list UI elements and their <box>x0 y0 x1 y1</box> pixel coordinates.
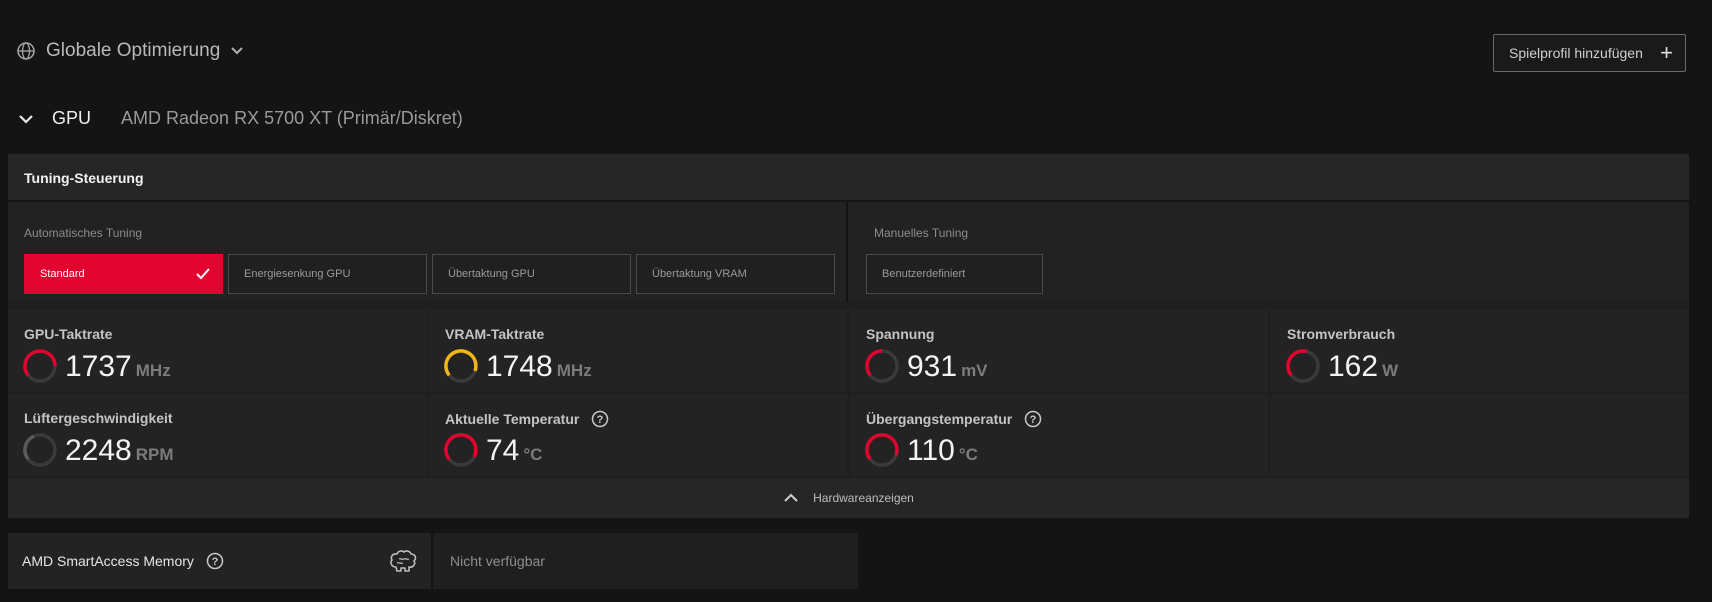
metric-value: 74 <box>486 434 520 467</box>
tuning-power-save-label: Energiesenkung GPU <box>244 268 351 280</box>
tuning-power-save-button[interactable]: Energiesenkung GPU <box>228 254 427 294</box>
metric-value: 1748 <box>486 350 553 383</box>
metric-label-text: Stromverbrauch <box>1287 326 1396 342</box>
metric-current-temp: Aktuelle Temperatur ? 74 °C <box>429 394 847 476</box>
metric-value-wrap: 1748 MHz <box>486 350 592 384</box>
metric-label: Übergangstemperatur ? <box>866 410 1042 428</box>
auto-tuning-label: Automatisches Tuning <box>24 226 143 240</box>
metrics-grid: GPU-Taktrate 1737 MHz VRAM-Taktrate 1748 M… <box>8 310 1689 478</box>
gauge-icon <box>865 349 899 383</box>
metric-unit: °C <box>523 445 543 464</box>
chevron-up-icon <box>784 493 798 502</box>
hardware-toggle[interactable]: Hardwareanzeigen <box>8 478 1689 518</box>
svg-text:?: ? <box>212 556 219 568</box>
metric-label-text: VRAM-Taktrate <box>445 326 545 342</box>
metric-label-text: GPU-Taktrate <box>24 326 113 342</box>
profile-selector[interactable]: Globale Optimierung <box>16 40 244 62</box>
metric-junction-temp: Übergangstemperatur ? 110 °C <box>850 394 1268 476</box>
metric-label: Lüftergeschwindigkeit <box>24 410 173 426</box>
metric-label-text: Spannung <box>866 326 935 342</box>
metric-value: 2248 <box>65 434 132 467</box>
help-icon[interactable]: ? <box>1024 410 1042 428</box>
add-game-profile-button[interactable]: Spielprofil hinzufügen + <box>1493 34 1686 72</box>
globe-icon <box>17 42 35 60</box>
tuning-oc-vram-button[interactable]: Übertaktung VRAM <box>636 254 835 294</box>
metric-label: VRAM-Taktrate <box>445 326 544 342</box>
metric-value: 931 <box>907 350 958 383</box>
metric-label-text: Übergangstemperatur <box>866 411 1013 427</box>
metric-voltage: Spannung 931 mV <box>850 310 1268 392</box>
help-icon[interactable]: ? <box>206 552 224 570</box>
svg-text:?: ? <box>1030 414 1037 426</box>
tuning-oc-vram-label: Übertaktung VRAM <box>652 268 747 280</box>
svg-text:?: ? <box>597 414 604 426</box>
metric-label-text: Aktuelle Temperatur <box>445 411 580 427</box>
metric-unit: RPM <box>135 445 174 464</box>
gauge-icon <box>23 433 57 467</box>
gauge-icon <box>865 433 899 467</box>
hardware-toggle-label: Hardwareanzeigen <box>813 491 914 505</box>
tuning-panel: Tuning-Steuerung Automatisches Tuning Ma… <box>8 154 1689 518</box>
metric-label: Spannung <box>866 326 934 342</box>
metric-value-wrap: 2248 RPM <box>65 434 174 468</box>
plus-icon: + <box>1660 40 1673 65</box>
metric-value: 162 <box>1328 350 1379 383</box>
metric-unit: mV <box>961 361 988 380</box>
smart-access-label-wrap: AMD SmartAccess Memory ? <box>22 552 224 570</box>
tuning-standard-button[interactable]: Standard <box>24 254 223 294</box>
smart-access-label: AMD SmartAccess Memory <box>22 553 194 569</box>
metric-value: 110 <box>907 434 955 467</box>
profile-title: Globale Optimierung <box>46 40 221 61</box>
chevron-down-icon <box>19 114 33 124</box>
add-game-profile-label: Spielprofil hinzufügen <box>1509 45 1643 61</box>
gauge-icon <box>23 349 57 383</box>
metric-value-wrap: 74 °C <box>486 434 542 468</box>
gpu-label: GPU <box>52 108 92 128</box>
metric-value-wrap: 1737 MHz <box>65 350 171 384</box>
metric-label-text: Lüftergeschwindigkeit <box>24 410 173 426</box>
brain-icon <box>390 550 417 572</box>
metric-unit: W <box>1382 361 1399 380</box>
gauge-icon <box>444 433 478 467</box>
metric-label: Aktuelle Temperatur ? <box>445 410 609 428</box>
metric-value-wrap: 110 °C <box>907 434 978 468</box>
metric-empty-cell <box>1271 394 1689 476</box>
manual-tuning-label: Manuelles Tuning <box>874 226 969 240</box>
metric-value-wrap: 162 W <box>1328 350 1398 384</box>
tuning-standard-label: Standard <box>40 268 85 280</box>
smart-access-memory-row: AMD SmartAccess Memory ? Nicht verfügbar <box>8 533 858 589</box>
smart-access-label-cell: AMD SmartAccess Memory ? <box>8 533 433 589</box>
gpu-name: AMD Radeon RX 5700 XT (Primär/Diskret) <box>121 108 463 128</box>
metric-fan-speed: Lüftergeschwindigkeit 2248 RPM <box>8 394 426 476</box>
checkmark-icon <box>196 268 210 280</box>
metric-label: Stromverbrauch <box>1287 326 1395 342</box>
metric-unit: MHz <box>135 361 171 380</box>
gpu-section-header[interactable]: GPU AMD Radeon RX 5700 XT (Primär/Diskre… <box>18 108 463 129</box>
tuning-oc-gpu-label: Übertaktung GPU <box>448 268 535 280</box>
metric-unit: MHz <box>556 361 592 380</box>
gauge-icon <box>1286 349 1320 383</box>
metric-value: 1737 <box>65 350 132 383</box>
smart-access-status: Nicht verfügbar <box>450 553 545 569</box>
tuning-oc-gpu-button[interactable]: Übertaktung GPU <box>432 254 631 294</box>
panel-header: Tuning-Steuerung <box>8 154 1689 202</box>
tuning-custom-label: Benutzerdefiniert <box>882 268 966 280</box>
metric-label: GPU-Taktrate <box>24 326 112 342</box>
chevron-down-icon <box>231 47 243 55</box>
metric-power: Stromverbrauch 162 W <box>1271 310 1689 392</box>
panel-title: Tuning-Steuerung <box>24 170 144 186</box>
metric-gpu-clock: GPU-Taktrate 1737 MHz <box>8 310 426 392</box>
gauge-icon <box>444 349 478 383</box>
metric-vram-clock: VRAM-Taktrate 1748 MHz <box>429 310 847 392</box>
metric-unit: °C <box>958 445 978 464</box>
metric-value-wrap: 931 mV <box>907 350 988 384</box>
tuning-custom-button[interactable]: Benutzerdefiniert <box>866 254 1043 294</box>
help-icon[interactable]: ? <box>591 410 609 428</box>
